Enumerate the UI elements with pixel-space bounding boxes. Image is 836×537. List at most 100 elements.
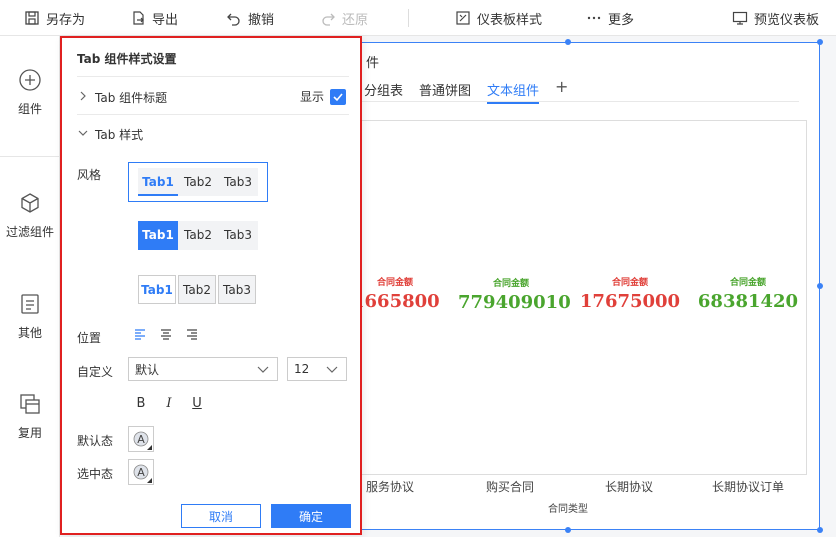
tab-title-section-label: Tab 组件标题 xyxy=(95,91,168,105)
redo-button[interactable]: 还原 xyxy=(320,0,368,36)
custom-label: 自定义 xyxy=(77,365,114,379)
tab-style-section-label: Tab 样式 xyxy=(95,128,144,142)
monitor-icon xyxy=(732,10,748,26)
chevron-right-icon xyxy=(77,91,89,104)
metric-value: 17675000 xyxy=(579,291,681,312)
panel-title: Tab 组件样式设置 xyxy=(77,52,177,66)
dashboard-style-button[interactable]: 仪表板样式 xyxy=(455,0,542,36)
style-tab-sample: Tab2 xyxy=(178,275,216,304)
layers-icon xyxy=(18,392,42,416)
panel-divider xyxy=(77,114,349,115)
preview-button[interactable]: 预览仪表板 xyxy=(732,0,819,36)
x-category-label: 长期协议 xyxy=(605,480,654,494)
resize-handle-bottom[interactable] xyxy=(565,527,571,533)
metric-value: 1665800 xyxy=(352,291,440,312)
chevron-down-icon xyxy=(255,361,271,377)
align-left-icon[interactable] xyxy=(134,328,146,340)
text-format-buttons: B I U xyxy=(134,396,204,411)
tab-bar-divider xyxy=(362,101,799,102)
metric-purchase-contract: 合同金额 779409010 xyxy=(458,276,571,313)
dropdown-triangle-icon xyxy=(147,445,152,450)
preview-label: 预览仪表板 xyxy=(754,12,820,28)
undo-button[interactable]: 撤销 xyxy=(226,0,274,36)
style-option-underline[interactable]: Tab1 Tab2 Tab3 xyxy=(128,162,268,202)
align-right-icon[interactable] xyxy=(186,328,198,340)
style-tab-sample: Tab3 xyxy=(218,168,258,196)
metric-value: 779409010 xyxy=(458,292,571,313)
metric-label: 合同金额 xyxy=(611,278,648,288)
tab-style-settings-panel: Tab 组件样式设置 Tab 组件标题 显示 Tab 样式 风格 Tab1 Ta… xyxy=(60,36,362,535)
x-category-label: 服务协议 xyxy=(366,480,415,494)
metric-service-agreement: 合同金额 1665800 xyxy=(352,275,440,312)
style-tab-sample: Tab1 xyxy=(138,221,178,250)
default-state-color-picker[interactable]: A xyxy=(128,426,154,452)
metric-label: 合同金额 xyxy=(492,279,529,289)
tab-title-section-toggle[interactable]: Tab 组件标题 xyxy=(77,89,167,106)
metric-label: 合同金额 xyxy=(729,278,766,288)
align-center-icon[interactable] xyxy=(160,328,172,340)
sidebar-divider xyxy=(0,156,60,157)
show-label: 显示 xyxy=(299,90,324,104)
font-size-value: 12 xyxy=(294,362,310,376)
x-category-label: 购买合同 xyxy=(486,480,535,494)
sidebar-item-label: 过滤组件 xyxy=(5,225,54,239)
sidebar-item-other[interactable]: 其他 xyxy=(0,292,60,341)
style-tab-sample: Tab3 xyxy=(218,275,256,304)
cancel-button[interactable]: 取消 xyxy=(181,504,261,528)
metric-long-term-order: 合同金额 68381420 xyxy=(696,275,800,312)
sidebar-item-label: 复用 xyxy=(17,426,42,440)
save-as-button[interactable]: 另存为 xyxy=(24,0,85,36)
sidebar-item-reuse[interactable]: 复用 xyxy=(0,392,60,441)
chevron-down-icon xyxy=(324,361,340,377)
sidebar-item-label: 组件 xyxy=(17,102,42,116)
style-option-card[interactable]: Tab1 Tab2 Tab3 xyxy=(138,275,256,304)
chevron-down-icon xyxy=(77,128,89,141)
undo-icon xyxy=(226,10,242,26)
export-button[interactable]: 导出 xyxy=(130,0,178,36)
font-size-select[interactable]: 12 xyxy=(287,357,347,381)
style-label: 风格 xyxy=(77,168,102,182)
position-label: 位置 xyxy=(77,331,102,345)
font-family-select[interactable]: 默认 xyxy=(128,357,278,381)
tab-style-section-toggle[interactable]: Tab 样式 xyxy=(77,126,143,143)
sidebar-item-components[interactable]: 组件 xyxy=(0,68,60,117)
show-title-checkbox[interactable] xyxy=(330,88,346,105)
resize-handle-bottom-right[interactable] xyxy=(817,527,823,533)
more-button[interactable]: 更多 xyxy=(586,0,634,36)
save-icon xyxy=(24,10,40,26)
style-tab-sample: Tab1 xyxy=(138,168,178,196)
style-tab-sample: Tab1 xyxy=(138,275,176,304)
color-glyph: A xyxy=(137,432,145,446)
dashboard-style-label: 仪表板样式 xyxy=(477,12,543,28)
alignment-buttons xyxy=(134,328,198,340)
bold-button[interactable]: B xyxy=(134,396,148,411)
show-title-toggle[interactable]: 显示 xyxy=(300,88,346,105)
font-family-value: 默认 xyxy=(135,362,160,377)
selected-state-color-picker[interactable]: A xyxy=(128,459,154,485)
redo-icon xyxy=(320,10,336,26)
confirm-button[interactable]: 确定 xyxy=(271,504,351,528)
sidebar-item-label: 其他 xyxy=(17,326,42,340)
save-as-label: 另存为 xyxy=(46,12,86,28)
resize-handle-right[interactable] xyxy=(817,283,823,289)
plus-circle-icon xyxy=(18,68,42,92)
style-option-filled[interactable]: Tab1 Tab2 Tab3 xyxy=(138,221,258,250)
x-axis-title: 合同类型 xyxy=(548,504,588,515)
italic-button[interactable]: I xyxy=(162,396,176,411)
resize-handle-top[interactable] xyxy=(565,39,571,45)
widget-title: 件 xyxy=(366,56,380,71)
more-label: 更多 xyxy=(608,12,635,28)
more-icon xyxy=(586,10,602,26)
metric-long-term-agreement: 合同金额 17675000 xyxy=(578,275,682,312)
cube-icon xyxy=(18,191,42,215)
style-tab-sample: Tab2 xyxy=(178,168,218,196)
sidebar-item-filter-components[interactable]: 过滤组件 xyxy=(0,191,60,240)
color-glyph: A xyxy=(137,465,145,479)
redo-label: 还原 xyxy=(342,12,369,28)
default-state-label: 默认态 xyxy=(77,434,114,448)
check-icon xyxy=(333,92,343,101)
undo-label: 撤销 xyxy=(248,12,275,28)
resize-handle-top-right[interactable] xyxy=(817,39,823,45)
document-icon xyxy=(18,292,42,316)
underline-button[interactable]: U xyxy=(190,396,204,411)
